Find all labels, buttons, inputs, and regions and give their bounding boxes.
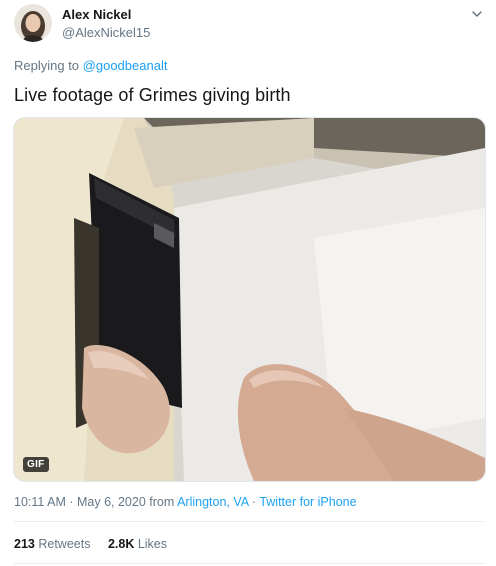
author-handle[interactable]: @AlexNickel15 <box>62 25 150 40</box>
retweets-stat[interactable]: 213 Retweets <box>14 537 94 551</box>
tweet-text: Live footage of Grimes giving birth <box>14 85 291 105</box>
tweet-timestamp[interactable]: 10:11 AM · May 6, 2020 from <box>14 495 174 509</box>
avatar[interactable] <box>14 4 52 42</box>
gif-badge: GIF <box>23 457 49 472</box>
likes-stat[interactable]: 2.8K Likes <box>108 537 167 551</box>
author-name[interactable]: Alex Nickel <box>62 7 131 22</box>
tweet-stats: 213 Retweets 2.8K Likes <box>14 537 181 551</box>
tweet-card: Alex Nickel @AlexNickel15 Replying to @g… <box>0 0 496 566</box>
tweet-location-link[interactable]: Arlington, VA <box>177 495 248 509</box>
likes-count: 2.8K <box>107 537 135 551</box>
divider <box>14 563 484 564</box>
retweets-label: Retweets <box>38 537 91 551</box>
chevron-down-icon[interactable] <box>470 7 484 21</box>
reply-mention-link[interactable]: @goodbeanalt <box>83 58 168 73</box>
gif-media[interactable]: GIF <box>13 117 486 482</box>
reply-context: Replying to @goodbeanalt <box>14 58 167 73</box>
likes-label: Likes <box>137 537 168 551</box>
gif-frame-image <box>14 118 485 481</box>
divider <box>14 521 484 522</box>
meta-separator: · <box>251 495 257 509</box>
reply-prefix: Replying to <box>14 58 80 73</box>
retweets-count: 213 <box>14 537 35 551</box>
tweet-source-link[interactable]: Twitter for iPhone <box>259 495 356 509</box>
tweet-meta: 10:11 AM · May 6, 2020 from Arlington, V… <box>14 495 357 509</box>
